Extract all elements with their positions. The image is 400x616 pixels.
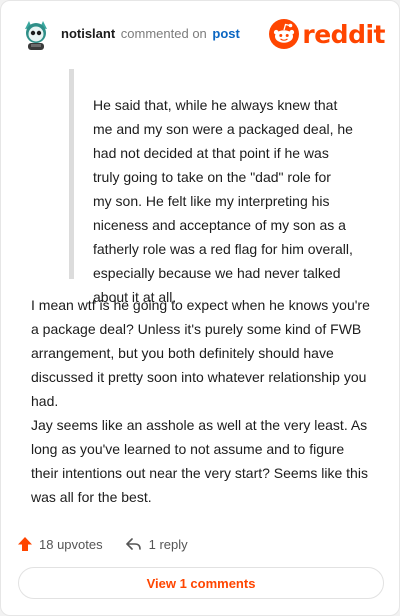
username-link[interactable]: notislant — [61, 26, 115, 41]
comment-header: notislant commented on post reddit — [17, 15, 385, 53]
upvote-button[interactable]: 18 upvotes — [17, 536, 103, 552]
comment-card: notislant commented on post reddit He sa… — [0, 0, 400, 616]
post-link[interactable]: post — [212, 26, 239, 41]
comment-paragraph: Jay seems like an asshole as well at the… — [31, 417, 368, 505]
reddit-logo-icon — [269, 19, 300, 49]
upvote-count: 18 upvotes — [39, 536, 103, 552]
avatar-image — [19, 17, 53, 51]
logo-wordmark: reddit — [302, 19, 385, 49]
action-text: commented on — [120, 26, 207, 41]
comment-actions: 18 upvotes 1 reply — [17, 533, 210, 555]
comment-meta: notislant commented on post — [61, 26, 240, 41]
view-comments-button[interactable]: View 1 comments — [18, 567, 384, 599]
reply-count: 1 reply — [148, 536, 188, 552]
quoted-text: He said that, while he always knew that … — [69, 69, 365, 305]
reddit-logo[interactable]: reddit — [269, 18, 385, 50]
reply-arrow-icon — [125, 538, 141, 550]
avatar[interactable] — [19, 17, 53, 51]
upvote-arrow-icon — [18, 537, 32, 551]
reply-button[interactable]: 1 reply — [125, 536, 188, 552]
comment-paragraph: I mean wtf is he going to expect when he… — [31, 297, 370, 409]
